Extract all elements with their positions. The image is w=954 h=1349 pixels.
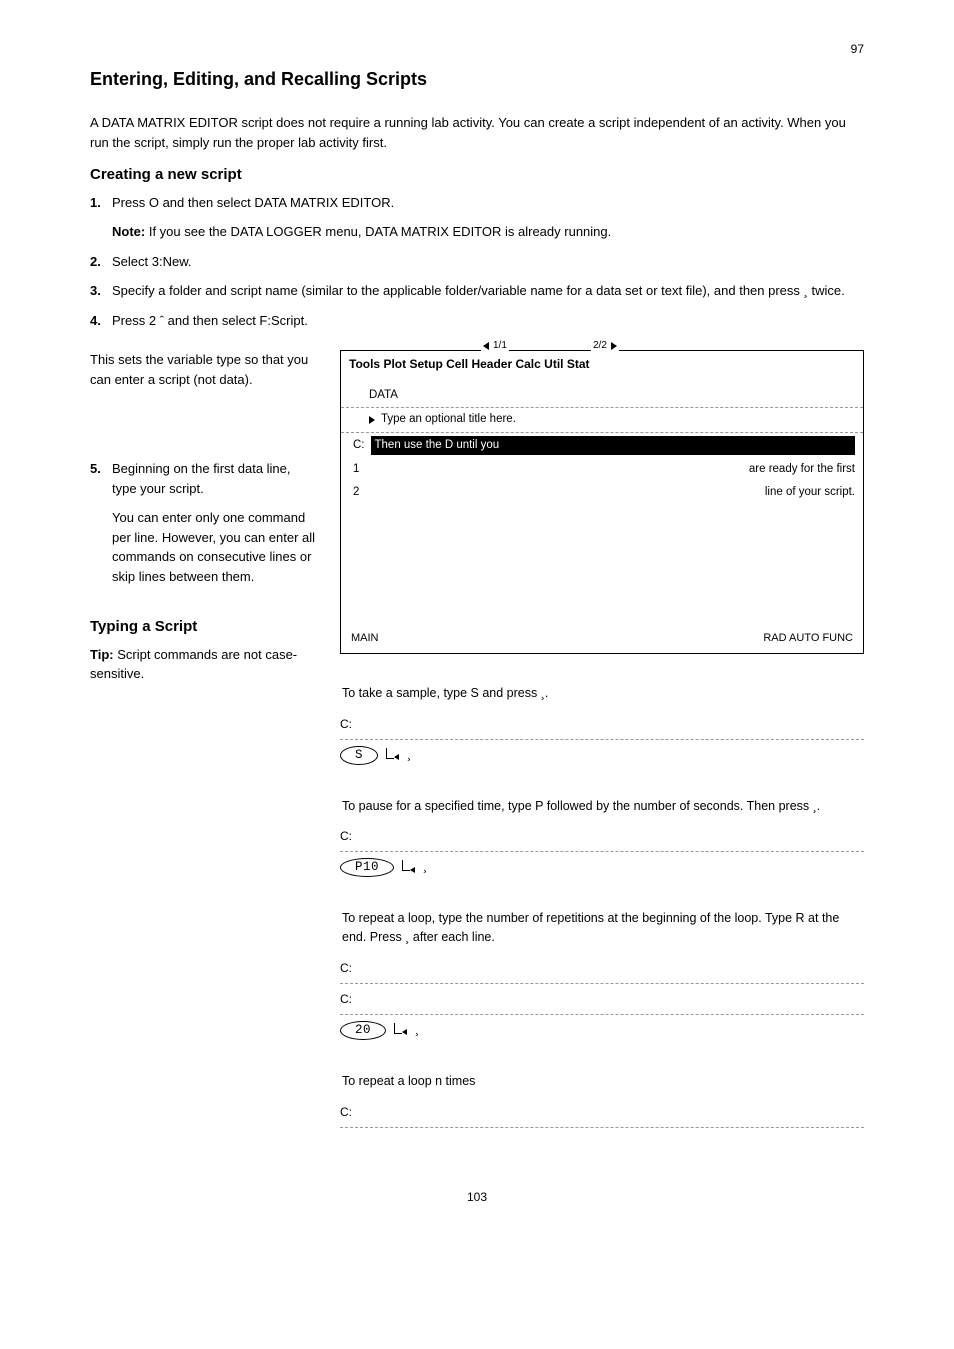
enter-symbol: ¸ xyxy=(423,858,431,877)
enter-symbol: ¸ xyxy=(415,1021,423,1040)
example-block: To repeat a loop, type the number of rep… xyxy=(340,909,864,1042)
editor-row: Type an optional title here. xyxy=(341,407,863,431)
step4-extra: This sets the variable type so that you … xyxy=(90,350,320,389)
key-ellipse: 20 xyxy=(340,1021,386,1040)
entry-line: S ¸ xyxy=(340,740,864,767)
prompt-line: C: xyxy=(340,1097,864,1128)
entry-line: 20 ¸ xyxy=(340,1015,864,1042)
enter-symbol: ¸ xyxy=(407,746,415,765)
step-item: 4.Press 2 ˆ and then select F:Script. xyxy=(90,311,864,331)
prompt-line: C: xyxy=(340,984,864,1015)
page-number-top: 97 xyxy=(90,40,864,58)
prompt-line: C: xyxy=(340,709,864,740)
example-title: To pause for a specified time, type P fo… xyxy=(342,797,864,816)
example-title: To repeat a loop, type the number of rep… xyxy=(342,909,864,947)
step-item: 1.Press O and then select DATA MATRIX ED… xyxy=(90,193,864,213)
page-number-bottom: 103 xyxy=(90,1188,864,1206)
editor-row: 2 line of your script. xyxy=(341,481,863,504)
editor-row: 1 are ready for the first xyxy=(341,458,863,481)
editor-row: DATA xyxy=(341,377,863,407)
triangle-left-icon xyxy=(483,342,489,350)
step-item: 5.Beginning on the first data line, type… xyxy=(90,459,320,498)
tab-indicator: 2/2 xyxy=(591,338,619,353)
tab-indicator: 1/1 xyxy=(481,338,509,353)
triangle-right-icon xyxy=(369,416,375,424)
enter-arrow-icon xyxy=(394,1025,407,1036)
enter-arrow-icon xyxy=(402,862,415,873)
step-list: 1.Press O and then select DATA MATRIX ED… xyxy=(90,193,864,331)
editor-screen: 1/1 2/2 Tools Plot Setup Cell Header Cal… xyxy=(340,350,864,654)
example-title: To take a sample, type S and press ¸. xyxy=(342,684,864,703)
step-item: 3.Specify a folder and script name (simi… xyxy=(90,281,864,301)
prompt-line: C: xyxy=(340,821,864,852)
example-block: To pause for a specified time, type P fo… xyxy=(340,797,864,880)
key-ellipse: S xyxy=(340,746,378,765)
example-block: To repeat a loop n times C: xyxy=(340,1072,864,1128)
tip-paragraph: Tip: Script commands are not case-sensit… xyxy=(90,645,320,684)
example-block: To take a sample, type S and press ¸. C:… xyxy=(340,684,864,767)
key-ellipse: P10 xyxy=(340,858,394,877)
prompt-line: C: xyxy=(340,953,864,984)
editor-row-selected: C: Then use the D until you xyxy=(341,432,863,458)
section-heading-typing: Typing a Script xyxy=(90,616,320,639)
intro-paragraph: A DATA MATRIX EDITOR script does not req… xyxy=(90,113,864,152)
example-title: To repeat a loop n times xyxy=(342,1072,864,1091)
entry-line: P10 ¸ xyxy=(340,852,864,879)
step-item: 2.Select 3:New. xyxy=(90,252,864,272)
step-note: Note: If you see the DATA LOGGER menu, D… xyxy=(112,222,864,242)
enter-arrow-icon xyxy=(386,750,399,761)
triangle-right-icon xyxy=(611,342,617,350)
section-heading-creating: Creating a new script xyxy=(90,164,864,187)
editor-titlebar: Tools Plot Setup Cell Header Calc Util S… xyxy=(341,351,863,377)
page-title: Entering, Editing, and Recalling Scripts xyxy=(90,66,864,93)
script-note: You can enter only one command per line.… xyxy=(112,508,320,586)
editor-statusbar: MAIN RAD AUTO FUNC xyxy=(341,624,863,653)
